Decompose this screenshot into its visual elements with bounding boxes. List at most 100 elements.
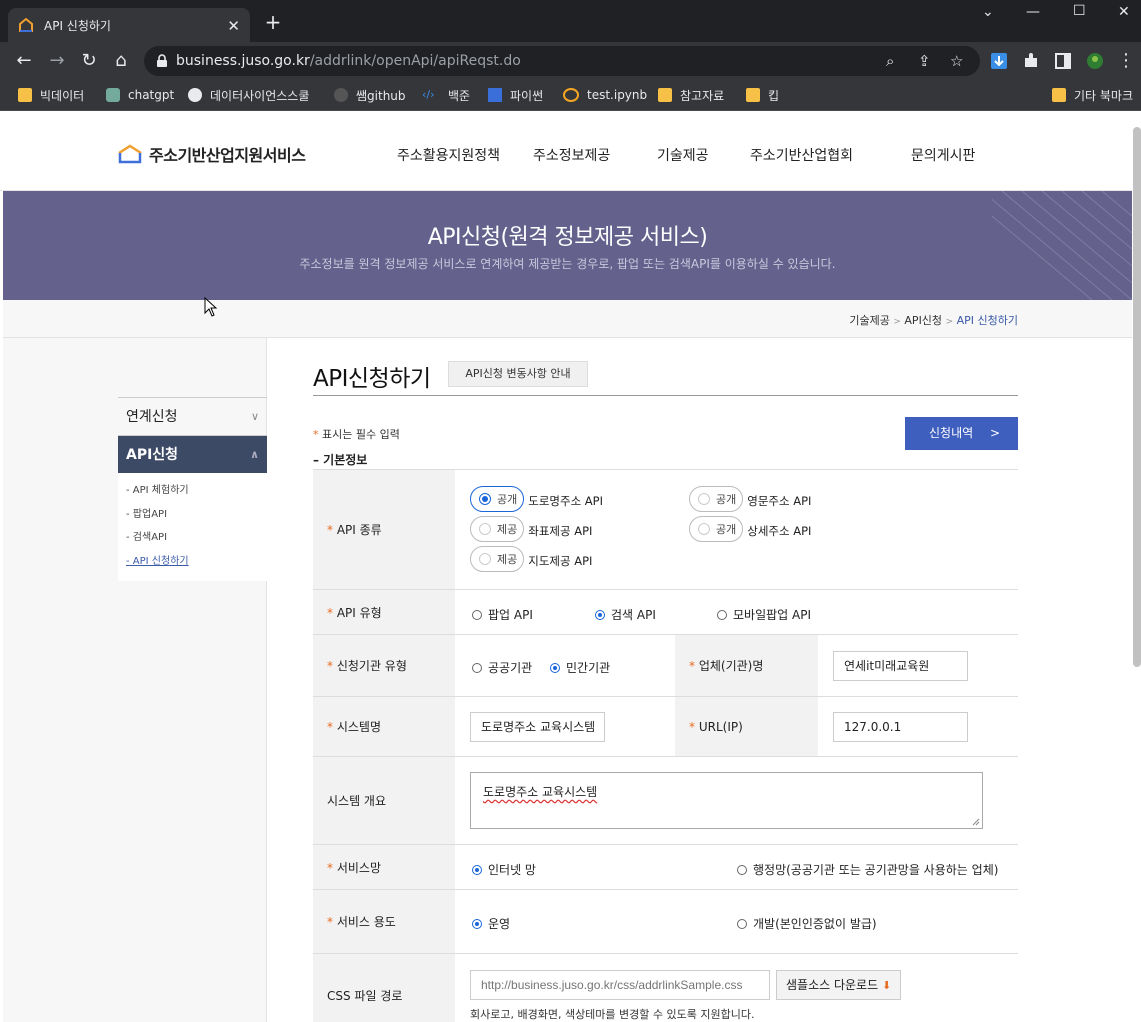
home-icon[interactable]: ⌂ bbox=[111, 51, 131, 71]
back-icon[interactable]: ← bbox=[14, 51, 34, 71]
nav-item[interactable]: 주소정보제공 bbox=[533, 145, 610, 165]
forward-icon[interactable]: → bbox=[47, 51, 67, 71]
api-kind-option[interactable]: 공개 영문주소 API bbox=[689, 486, 811, 512]
folder-icon bbox=[658, 88, 672, 102]
other-bookmarks[interactable]: 기타 북마크 bbox=[1052, 85, 1133, 105]
site-header: 주소기반산업지원서비스 주소활용지원정책 주소정보제공 기술제공 주소기반산업협… bbox=[0, 111, 1132, 191]
address-bar[interactable]: business.juso.go.kr/addrlink/openApi/api… bbox=[144, 46, 980, 76]
bookmark-item[interactable]: ‹/› 백준 bbox=[422, 85, 470, 105]
profile-avatar-icon[interactable] bbox=[1086, 52, 1104, 70]
banner-subtitle: 주소정보를 원격 정보제공 서비스로 연계하여 제공받는 경우로, 팝업 또는 … bbox=[299, 257, 836, 271]
bookmark-item[interactable]: 데이터사이언스스쿨 bbox=[188, 85, 309, 105]
zoom-icon[interactable]: ⌕ bbox=[886, 52, 894, 70]
code-icon: ‹/› bbox=[422, 88, 435, 101]
chevron-down-icon: ∨ bbox=[250, 410, 259, 423]
radio-mobile-popup-api[interactable]: 모바일팝업 API bbox=[717, 606, 811, 623]
maximize-icon[interactable]: ☐ bbox=[1073, 3, 1086, 19]
radio-admin-network[interactable]: 행정망(공공기관 또는 공기관망을 사용하는 업체) bbox=[737, 861, 998, 878]
bookmark-item[interactable]: 참고자료 bbox=[658, 85, 724, 105]
browser-menu-icon[interactable]: ⋮ bbox=[1116, 51, 1136, 71]
web-page: 주소기반산업지원서비스 주소활용지원정책 주소정보제공 기술제공 주소기반산업협… bbox=[0, 111, 1141, 1022]
close-tab-icon[interactable]: ✕ bbox=[227, 17, 240, 35]
share-icon[interactable]: ⇪ bbox=[918, 52, 931, 70]
nav-item[interactable]: 문의게시판 bbox=[911, 145, 975, 165]
lock-icon bbox=[156, 54, 168, 72]
github-icon bbox=[334, 88, 348, 102]
page-scrollbar[interactable] bbox=[1133, 127, 1141, 667]
radio-private-org[interactable]: 민간기관 bbox=[550, 659, 610, 676]
api-kind-option[interactable]: 공개 상세주소 API bbox=[689, 516, 811, 542]
company-input[interactable]: 연세it미래교육원 bbox=[833, 650, 968, 681]
nav-item[interactable]: 주소기반산업협회 bbox=[750, 145, 853, 165]
reload-icon[interactable]: ↻ bbox=[79, 51, 99, 71]
overview-textarea[interactable]: 도로명주소 교육시스템 bbox=[470, 772, 983, 829]
radio-public-org[interactable]: 공공기관 bbox=[472, 659, 532, 676]
section-title: – 기본정보 bbox=[313, 453, 368, 467]
resize-grip-icon bbox=[972, 818, 980, 826]
bookmark-item[interactable]: 킵 bbox=[746, 85, 779, 105]
required-note: * 표시는 필수 입력 bbox=[313, 428, 400, 441]
history-button[interactable]: 신청내역 > bbox=[905, 417, 1018, 450]
sidebar-item-link-request[interactable]: 연계신청 ∨ bbox=[118, 397, 267, 435]
field-label-org-type: * 신청기관 유형 bbox=[313, 634, 455, 697]
field-label-api-type: * API 유형 bbox=[313, 589, 455, 635]
css-path-help: 회사로고, 배경화면, 색상테마를 변경할 수 있도록 지원합니다. bbox=[470, 1008, 755, 1021]
bookmark-item[interactable]: 빅데이터 bbox=[18, 85, 84, 105]
sample-download-button[interactable]: 샘플소스 다운로드 ⬇ bbox=[776, 970, 902, 1000]
extensions-puzzle-icon[interactable] bbox=[1022, 52, 1040, 70]
breadcrumb-current: API 신청하기 bbox=[956, 314, 1018, 327]
folder-icon bbox=[1052, 88, 1066, 102]
browser-tab[interactable]: API 신청하기 ✕ bbox=[8, 8, 250, 42]
python-icon bbox=[488, 88, 502, 102]
side-panel-icon[interactable] bbox=[1054, 52, 1072, 70]
api-kind-option[interactable]: 제공 지도제공 API bbox=[470, 546, 592, 572]
radio-search-api[interactable]: 검색 API bbox=[595, 606, 656, 623]
radio-development[interactable]: 개발(본인인증없이 발급) bbox=[737, 915, 877, 932]
download-extension-icon[interactable] bbox=[990, 52, 1008, 70]
window-close-icon[interactable]: ✕ bbox=[1118, 4, 1130, 20]
tab-search-icon[interactable]: ⌄ bbox=[982, 4, 994, 20]
new-tab-button[interactable]: + bbox=[262, 12, 284, 34]
download-arrow-icon: ⬇ bbox=[881, 979, 892, 992]
api-kind-option[interactable]: 공개 도로명주소 API bbox=[470, 486, 603, 512]
field-label-system-name: * 시스템명 bbox=[313, 696, 455, 757]
breadcrumb-item[interactable]: 기술제공 bbox=[849, 314, 889, 327]
breadcrumb-item[interactable]: API신청 bbox=[904, 314, 942, 327]
sidebar-subitem[interactable]: - API 체험하기 bbox=[126, 479, 267, 503]
chevron-up-icon: ∧ bbox=[250, 448, 259, 461]
sidebar-subitem[interactable]: - 검색API bbox=[126, 526, 267, 550]
system-name-input[interactable]: 도로명주소 교육시스템 bbox=[470, 711, 605, 742]
change-notice-button[interactable]: API신청 변동사항 안내 bbox=[448, 361, 588, 387]
radio-popup-api[interactable]: 팝업 API bbox=[472, 606, 533, 623]
folder-icon bbox=[746, 88, 760, 102]
bookmark-item[interactable]: 쌤github bbox=[334, 85, 406, 105]
chatgpt-icon bbox=[106, 88, 120, 102]
site-logo[interactable]: 주소기반산업지원서비스 bbox=[117, 142, 306, 166]
mouse-cursor-icon bbox=[204, 297, 218, 317]
sidebar-subitem[interactable]: - 팝업API bbox=[126, 503, 267, 527]
breadcrumb-separator: > bbox=[945, 317, 954, 327]
house-logo-icon bbox=[118, 144, 142, 164]
radio-operation[interactable]: 운영 bbox=[472, 915, 510, 932]
sidebar-item-api-request[interactable]: API신청 ∧ bbox=[118, 435, 267, 473]
radio-internet[interactable]: 인터넷 망 bbox=[472, 861, 536, 878]
bookmark-star-icon[interactable]: ☆ bbox=[950, 52, 963, 70]
globe-icon bbox=[188, 88, 202, 102]
field-label-api-kind: * API 종류 bbox=[313, 469, 455, 590]
css-path-input[interactable] bbox=[470, 970, 770, 1000]
url-input[interactable]: 127.0.0.1 bbox=[833, 711, 968, 742]
bookmark-item[interactable]: chatgpt bbox=[106, 85, 174, 105]
bookmark-item[interactable]: test.ipynb bbox=[563, 85, 647, 105]
minimize-icon[interactable]: — bbox=[1026, 4, 1040, 20]
nav-item[interactable]: 기술제공 bbox=[657, 145, 709, 165]
sidebar-subitem-active[interactable]: - API 신청하기 bbox=[126, 550, 267, 574]
title-divider bbox=[313, 395, 1018, 396]
bookmark-item[interactable]: 파이썬 bbox=[488, 85, 543, 105]
field-label-network: * 서비스망 bbox=[313, 844, 455, 890]
site-favicon-icon bbox=[18, 17, 34, 33]
logo-text: 주소기반산업지원서비스 bbox=[149, 146, 306, 165]
folder-icon bbox=[18, 88, 32, 102]
nav-item[interactable]: 주소활용지원정책 bbox=[397, 145, 500, 165]
sidebar-submenu: - API 체험하기 - 팝업API - 검색API - API 신청하기 bbox=[118, 473, 267, 581]
api-kind-option[interactable]: 제공 좌표제공 API bbox=[470, 516, 592, 542]
